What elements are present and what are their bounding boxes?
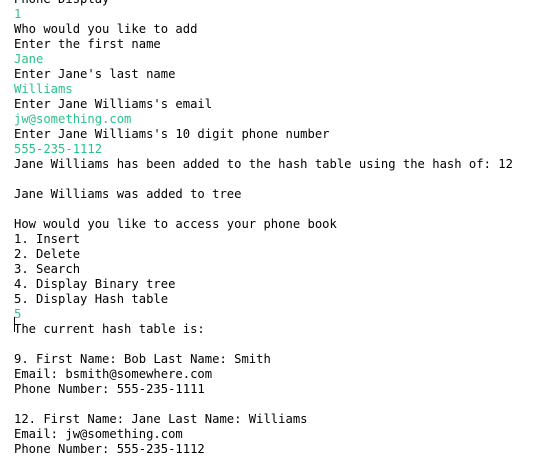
console-output-line: Jane Williams has been added to the hash…: [14, 157, 513, 171]
console-output-line: 1. Insert: [14, 232, 81, 246]
console-input-line: 555-235-1112: [14, 142, 103, 156]
console-output-line: Phone Number: 555-235-1112: [14, 442, 205, 456]
console-output-line: Email: bsmith@somewhere.com: [14, 367, 213, 381]
console-output-line: Enter the first name: [14, 37, 161, 51]
console-output-line: 3. Search: [14, 262, 81, 276]
console-output-line: 12. First Name: Jane Last Name: Williams: [14, 412, 308, 426]
console-output-line: 4. Display Binary tree: [14, 277, 176, 291]
console-output-line: [14, 202, 513, 217]
console-output-line: [14, 172, 513, 187]
console-input-line: jw@something.com: [14, 112, 132, 126]
console-output-line: [14, 337, 513, 352]
console-output-line: Phone Number: 555-235-1111: [14, 382, 205, 396]
console-output-line: 2. Delete: [14, 247, 81, 261]
console-input-line: 1: [14, 7, 22, 21]
console-output-line: Enter Jane's last name: [14, 67, 176, 81]
console-input-line: Williams: [14, 82, 73, 96]
console-lines: Phone Display1Who would you like to addE…: [14, 0, 513, 457]
console-output-line: 5. Display Hash table: [14, 292, 169, 306]
console-output-line: Enter Jane Williams's 10 digit phone num…: [14, 127, 330, 141]
console-output-line: The current hash table is:: [14, 322, 205, 336]
text-caret: [14, 317, 15, 332]
console-input-line: 5: [14, 307, 22, 321]
console-output-line: Who would you like to add: [14, 22, 198, 36]
console-output[interactable]: Phone Display1Who would you like to addE…: [0, 0, 540, 469]
console-input-line: Jane: [14, 52, 44, 66]
console-output-line: Jane Williams was added to tree: [14, 187, 242, 201]
console-output-line: 9. First Name: Bob Last Name: Smith: [14, 352, 271, 366]
console-output-line: Phone Display: [14, 0, 513, 7]
console-output-line: Email: jw@something.com: [14, 427, 183, 441]
console-output-line: [14, 397, 513, 412]
console-output-line: How would you like to access your phone …: [14, 217, 337, 231]
console-output-line: Enter Jane Williams's email: [14, 97, 213, 111]
